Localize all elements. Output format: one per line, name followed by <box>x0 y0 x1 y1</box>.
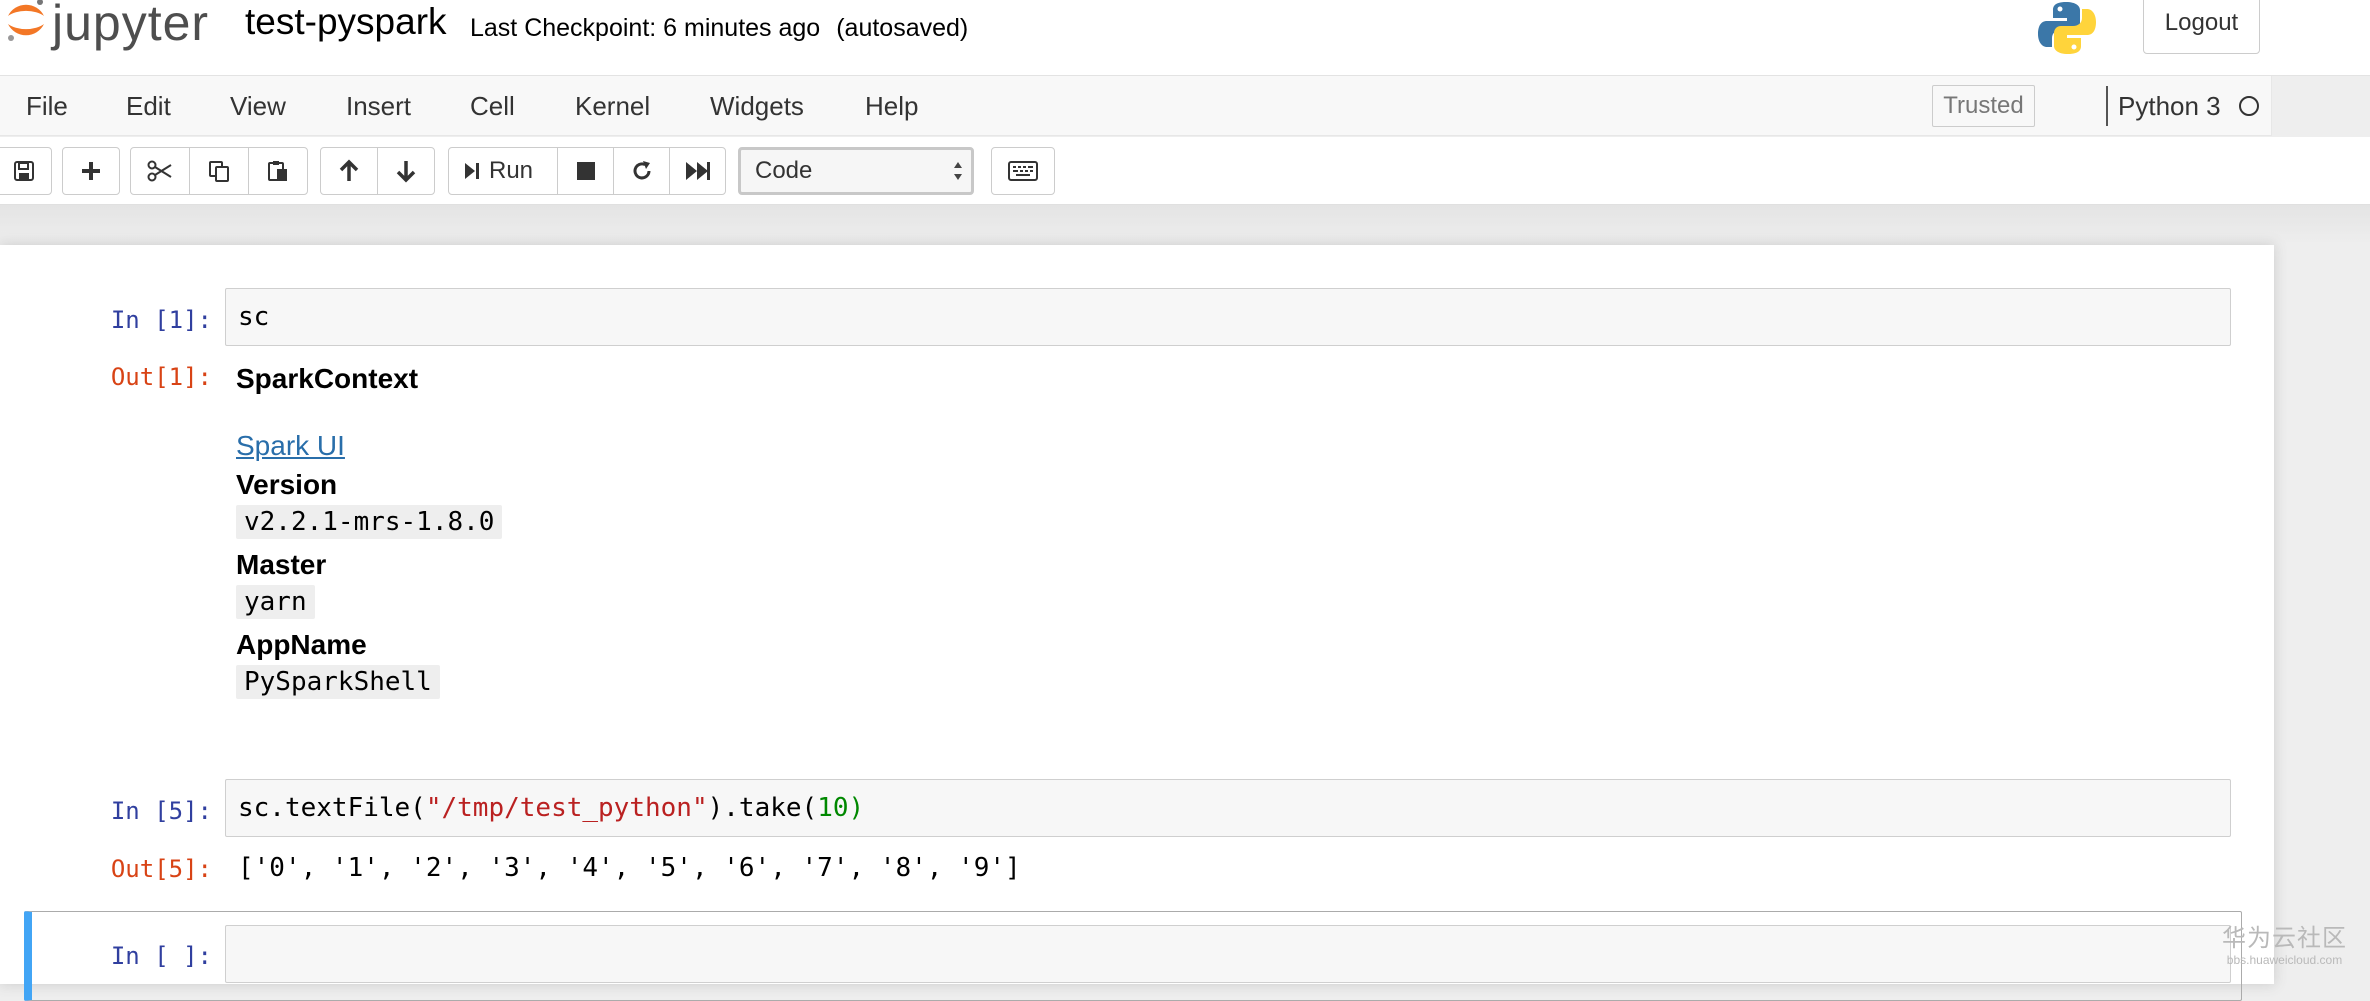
version-label: Version <box>236 469 338 500</box>
scissors-icon <box>147 160 172 182</box>
select-arrows-icon <box>954 162 962 180</box>
kernel-idle-icon <box>2239 96 2259 116</box>
refresh-icon <box>633 161 650 180</box>
watermark-main: 华为云社区 <box>2222 925 2347 952</box>
code-string-literal: "/tmp/test_python" <box>425 793 708 823</box>
version-value: v2.2.1-mrs-1.8.0 <box>236 505 503 539</box>
watermark: 华为云社区 bbs.huaweicloud.com <box>2222 918 2347 967</box>
spark-ui-link[interactable]: Spark UI <box>236 430 345 462</box>
cell-1-code-input[interactable]: sc <box>225 288 2231 346</box>
cell-1-out-prompt: Out[1]: <box>110 363 212 391</box>
menu-edit[interactable]: Edit <box>126 76 171 136</box>
menu-help[interactable]: Help <box>865 76 918 136</box>
menu-kernel[interactable]: Kernel <box>575 76 650 136</box>
logo-text: jupyter <box>52 0 210 51</box>
restart-run-all-button[interactable] <box>669 147 726 195</box>
cell-type-value: Code <box>755 157 813 184</box>
spark-context-title: SparkContext <box>236 363 419 394</box>
menu-insert[interactable]: Insert <box>346 76 411 136</box>
paste-button[interactable] <box>248 147 308 195</box>
cell-type-select[interactable]: Code <box>738 147 974 195</box>
insert-cell-button[interactable] <box>62 147 120 195</box>
copy-icon <box>209 161 229 182</box>
copy-button[interactable] <box>189 147 249 195</box>
watermark-sub: bbs.huaweicloud.com <box>2226 953 2343 967</box>
checkpoint-status: Last Checkpoint: 6 minutes ago (autosaved… <box>470 14 968 43</box>
move-up-button[interactable] <box>320 147 378 195</box>
menu-view[interactable]: View <box>230 76 286 136</box>
appname-label: AppName <box>236 629 367 660</box>
menubar: File Edit View Insert Cell Kernel Widget… <box>0 76 2272 136</box>
code-text: sc.textFile( <box>238 793 426 823</box>
code-text: ) <box>848 793 865 823</box>
kernel-separator <box>2106 86 2108 126</box>
logout-button[interactable]: Logout <box>2143 0 2260 54</box>
cell-2-code-input[interactable]: sc.textFile("/tmp/test_python").take(10) <box>225 779 2231 837</box>
notebook-name[interactable]: test-pyspark <box>245 1 447 43</box>
cell-2-out-prompt: Out[5]: <box>110 855 212 883</box>
run-label: Run <box>489 157 534 184</box>
version-value-wrap: v2.2.1-mrs-1.8.0 <box>236 505 503 539</box>
appname-value: PySparkShell <box>236 665 440 699</box>
code-text: ).take( <box>707 793 818 823</box>
plus-icon <box>82 162 100 180</box>
master-value: yarn <box>236 585 315 619</box>
stop-icon <box>576 162 595 180</box>
paste-icon <box>268 161 287 181</box>
notebook-background <box>0 205 2370 245</box>
cut-button[interactable] <box>130 147 190 195</box>
arrow-down-icon <box>396 161 416 183</box>
kernel-name[interactable]: Python 3 <box>2118 76 2221 136</box>
interrupt-kernel-button[interactable] <box>557 147 614 195</box>
menu-widgets[interactable]: Widgets <box>710 76 804 136</box>
python-logo-icon <box>2038 2 2096 54</box>
command-palette-button[interactable] <box>991 147 1055 195</box>
menu-file[interactable]: File <box>26 76 68 136</box>
autosave-status: (autosaved) <box>836 14 969 42</box>
step-forward-icon <box>465 163 479 179</box>
cell-3-code-input[interactable] <box>225 925 2231 983</box>
jupyter-logo[interactable]: jupyter <box>0 0 209 48</box>
cell-2-in-prompt: In [5]: <box>110 797 212 825</box>
master-label: Master <box>236 549 327 580</box>
save-icon <box>14 161 34 181</box>
trusted-indicator[interactable]: Trusted <box>1932 85 2035 127</box>
toolbar: Run Code <box>0 137 2370 205</box>
master-value-wrap: yarn <box>236 585 315 619</box>
header: jupyter test-pyspark Last Checkpoint: 6 … <box>0 0 2370 76</box>
appname-value-wrap: PySparkShell <box>236 665 440 699</box>
code-number-literal: 10 <box>817 793 849 823</box>
cell-2-output: ['0', '1', '2', '3', '4', '5', '6', '7',… <box>238 853 1021 883</box>
arrow-up-icon <box>339 159 359 181</box>
move-down-button[interactable] <box>377 147 435 195</box>
save-button[interactable] <box>0 147 52 195</box>
restart-kernel-button[interactable] <box>613 147 670 195</box>
notebook-container: In [1]: sc Out[1]: SparkContext Spark UI… <box>0 245 2274 1001</box>
cell-3-in-prompt: In [ ]: <box>110 942 212 970</box>
keyboard-icon <box>1008 161 1038 181</box>
run-button[interactable]: Run <box>448 147 558 195</box>
menu-cell[interactable]: Cell <box>470 76 515 136</box>
cell-1-in-prompt: In [1]: <box>110 306 212 334</box>
checkpoint-text: Last Checkpoint: 6 minutes ago <box>470 14 821 42</box>
fast-forward-icon <box>685 162 710 180</box>
jupyter-logo-icon <box>8 0 44 41</box>
